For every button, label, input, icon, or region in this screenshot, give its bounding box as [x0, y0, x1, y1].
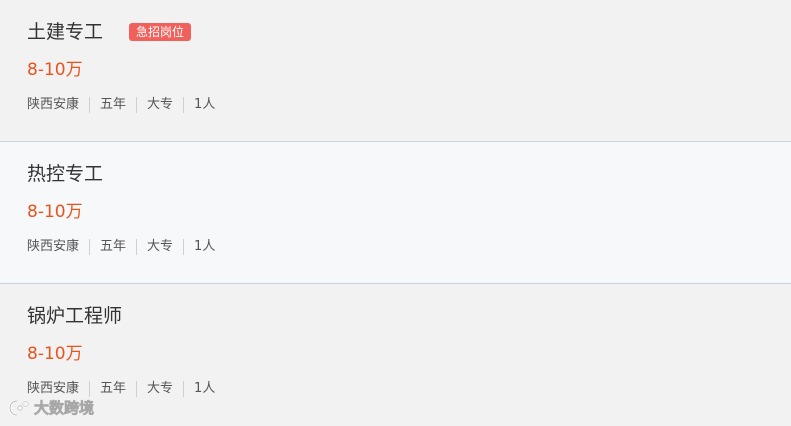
- tag-divider: [136, 239, 138, 255]
- job-title-row: 热控专工: [27, 161, 103, 187]
- tag-divider: [136, 381, 138, 397]
- job-title[interactable]: 热控专工: [27, 161, 103, 187]
- job-title-row: 土建专工 急招岗位: [27, 19, 192, 45]
- brand-logo-icon: [8, 399, 30, 417]
- job-title[interactable]: 土建专工: [27, 19, 103, 45]
- tag-divider: [183, 239, 185, 255]
- job-title[interactable]: 锅炉工程师: [27, 303, 122, 329]
- watermark: 大数跨境: [8, 398, 94, 418]
- tag-location: 陕西安康: [27, 381, 80, 396]
- tag-experience: 五年: [100, 97, 127, 112]
- tag-experience: 五年: [100, 239, 127, 254]
- job-title-row: 锅炉工程师: [27, 303, 122, 329]
- watermark-text: 大数跨境: [34, 399, 95, 418]
- job-salary: 8-10万: [27, 344, 83, 364]
- job-salary: 8-10万: [27, 60, 83, 80]
- tag-location: 陕西安康: [27, 239, 80, 254]
- tag-divider: [136, 97, 138, 113]
- tag-education: 大专: [147, 381, 174, 396]
- tag-divider: [183, 381, 185, 397]
- job-card-boiler-engineer[interactable]: 锅炉工程师 8-10万 陕西安康 五年 大专 1人: [0, 284, 791, 426]
- job-list: 土建专工 急招岗位 8-10万 陕西安康 五年 大专 1人 热控专工 8-10万…: [0, 0, 791, 426]
- job-tags: 陕西安康 五年 大专 1人: [27, 95, 215, 115]
- tag-headcount: 1人: [194, 381, 216, 396]
- job-card-thermal-control-engineer[interactable]: 热控专工 8-10万 陕西安康 五年 大专 1人: [0, 142, 791, 284]
- tag-divider: [89, 97, 91, 113]
- tag-education: 大专: [147, 239, 174, 254]
- urgent-badge: 急招岗位: [129, 23, 192, 41]
- tag-headcount: 1人: [194, 239, 216, 254]
- tag-divider: [89, 381, 91, 397]
- job-tags: 陕西安康 五年 大专 1人: [27, 379, 215, 399]
- tag-divider: [183, 97, 185, 113]
- job-salary: 8-10万: [27, 202, 83, 222]
- tag-experience: 五年: [100, 381, 127, 396]
- job-tags: 陕西安康 五年 大专 1人: [27, 237, 215, 257]
- tag-headcount: 1人: [194, 97, 216, 112]
- tag-education: 大专: [147, 97, 174, 112]
- job-card-civil-engineer[interactable]: 土建专工 急招岗位 8-10万 陕西安康 五年 大专 1人: [0, 0, 791, 142]
- tag-location: 陕西安康: [27, 97, 80, 112]
- tag-divider: [89, 239, 91, 255]
